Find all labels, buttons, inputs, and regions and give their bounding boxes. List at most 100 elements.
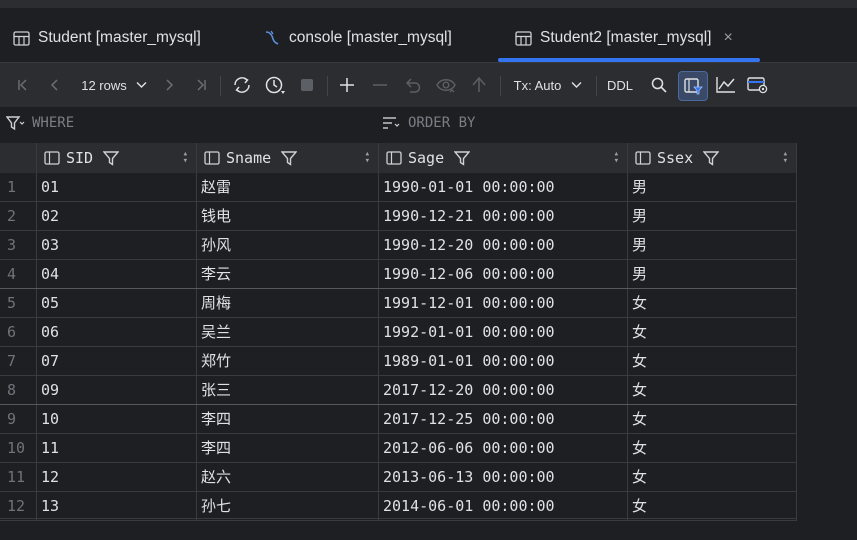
cell-sname[interactable]: 张三 [197,376,379,404]
column-filter-icon[interactable] [703,150,720,166]
preview-changes-icon[interactable] [435,71,459,99]
history-clock-icon[interactable] [262,71,288,99]
cell-sage[interactable]: 1990-12-06 00:00:00 [379,260,628,288]
table-row[interactable]: 5 05 周梅 1991-12-01 00:00:00 女 [0,289,797,318]
cell-sage[interactable]: 2014-06-01 00:00:00 [379,492,628,520]
table-row[interactable]: 8 09 张三 2017-12-20 00:00:00 女 [0,376,797,405]
view-settings-icon[interactable] [746,71,770,99]
cell-sage[interactable]: 1990-01-01 00:00:00 [379,173,628,201]
cell-sage[interactable]: 1992-01-01 00:00:00 [379,318,628,346]
filter-panel-toggle-icon[interactable] [678,71,708,101]
sort-arrows-icon[interactable]: ▴ ▾ [614,150,619,166]
table-row[interactable]: 12 13 孙七 2014-06-01 00:00:00 女 [0,492,797,521]
cell-sage[interactable]: 1990-12-20 00:00:00 [379,231,628,259]
cell-sage[interactable]: 2012-06-06 00:00:00 [379,434,628,462]
column-header-sname[interactable]: Sname ▴ ▾ [197,143,379,173]
cell-ssex[interactable]: 女 [628,376,797,404]
table-row[interactable]: 9 10 李四 2017-12-25 00:00:00 女 [0,405,797,434]
submit-icon[interactable] [468,71,490,99]
refresh-icon[interactable] [229,71,255,99]
cell-sage[interactable]: 1989-01-01 00:00:00 [379,347,628,375]
tab-console[interactable]: console [master_mysql] [263,20,452,56]
cell-sid[interactable]: 12 [37,463,197,491]
column-filter-icon[interactable] [281,150,298,166]
cell-ssex[interactable]: 女 [628,347,797,375]
column-header-sid[interactable]: SID ▴ ▾ [37,143,197,173]
toolbar-separator [220,76,221,96]
rows-count-dropdown[interactable]: 12 rows [76,71,152,99]
cell-sid[interactable]: 03 [37,231,197,259]
cell-ssex[interactable]: 女 [628,318,797,346]
table-row[interactable]: 2 02 钱电 1990-12-21 00:00:00 男 [0,202,797,231]
cell-sid[interactable]: 06 [37,318,197,346]
cell-sid[interactable]: 11 [37,434,197,462]
column-filter-icon[interactable] [103,150,120,166]
cell-ssex[interactable]: 男 [628,260,797,288]
table-row[interactable]: 1 01 赵雷 1990-01-01 00:00:00 男 [0,173,797,202]
add-row-icon[interactable] [336,71,358,99]
table-row[interactable]: 6 06 吴兰 1992-01-01 00:00:00 女 [0,318,797,347]
tab-student2[interactable]: Student2 [master_mysql] × [514,20,733,56]
cell-sid[interactable]: 01 [37,173,197,201]
column-filter-icon[interactable] [454,150,471,166]
order-by-input[interactable]: ORDER BY [382,115,475,131]
cell-sage[interactable]: 2017-12-25 00:00:00 [379,405,628,433]
cell-sage[interactable]: 1990-12-21 00:00:00 [379,202,628,230]
delete-row-icon[interactable] [369,71,391,99]
table-row[interactable]: 7 07 郑竹 1989-01-01 00:00:00 女 [0,347,797,376]
tab-student[interactable]: Student [master_mysql] [12,20,201,56]
search-icon[interactable] [648,71,670,99]
cell-sname[interactable]: 李云 [197,260,379,288]
cell-sname[interactable]: 赵雷 [197,173,379,201]
cell-sname[interactable]: 吴兰 [197,318,379,346]
cell-sname[interactable]: 李四 [197,405,379,433]
cell-sid[interactable]: 07 [37,347,197,375]
cell-sage[interactable]: 1991-12-01 00:00:00 [379,289,628,317]
cell-sname[interactable]: 赵六 [197,463,379,491]
cell-ssex[interactable]: 女 [628,289,797,317]
cell-sname[interactable]: 孙七 [197,492,379,520]
cell-sid[interactable]: 04 [37,260,197,288]
cell-ssex[interactable]: 男 [628,231,797,259]
cell-ssex[interactable]: 女 [628,492,797,520]
cell-ssex[interactable]: 女 [628,463,797,491]
table-row[interactable]: 4 04 李云 1990-12-06 00:00:00 男 [0,260,797,289]
cell-ssex[interactable]: 男 [628,173,797,201]
sort-arrows-icon[interactable]: ▴ ▾ [365,150,370,166]
ddl-button[interactable]: DDL [604,71,636,99]
table-row[interactable]: 11 12 赵六 2013-06-13 00:00:00 女 [0,463,797,492]
previous-page-icon[interactable] [44,71,66,99]
last-page-icon[interactable] [190,71,212,99]
stop-icon[interactable] [296,71,318,99]
cell-sid[interactable]: 10 [37,405,197,433]
table-row[interactable]: 3 03 孙风 1990-12-20 00:00:00 男 [0,231,797,260]
sort-arrows-icon[interactable]: ▴ ▾ [183,150,188,166]
next-page-icon[interactable] [158,71,180,99]
where-filter-input[interactable]: WHERE [6,115,74,131]
cell-sid[interactable]: 13 [37,492,197,520]
cell-sname[interactable]: 李四 [197,434,379,462]
cell-ssex[interactable]: 女 [628,405,797,433]
cell-sname[interactable]: 郑竹 [197,347,379,375]
cell-ssex[interactable]: 男 [628,202,797,230]
close-tab-icon[interactable]: × [723,29,732,47]
row-number: 5 [0,289,37,317]
cell-sname[interactable]: 孙风 [197,231,379,259]
cell-sid[interactable]: 02 [37,202,197,230]
column-header-sage[interactable]: Sage ▴ ▾ [379,143,628,173]
cell-sage[interactable]: 2017-12-20 00:00:00 [379,376,628,404]
cell-sname[interactable]: 周梅 [197,289,379,317]
cell-sid[interactable]: 09 [37,376,197,404]
chart-icon[interactable] [714,71,738,99]
transaction-mode-dropdown[interactable]: Tx: Auto [510,71,586,99]
cell-sname[interactable]: 钱电 [197,202,379,230]
cell-ssex[interactable]: 女 [628,434,797,462]
table-row[interactable]: 10 11 李四 2012-06-06 00:00:00 女 [0,434,797,463]
cell-sage[interactable]: 2013-06-13 00:00:00 [379,463,628,491]
first-page-icon[interactable] [12,71,34,99]
tab-label: console [master_mysql] [289,29,452,46]
sort-arrows-icon[interactable]: ▴ ▾ [783,150,788,166]
revert-icon[interactable] [402,71,424,99]
cell-sid[interactable]: 05 [37,289,197,317]
column-header-ssex[interactable]: Ssex ▴ ▾ [628,143,797,173]
